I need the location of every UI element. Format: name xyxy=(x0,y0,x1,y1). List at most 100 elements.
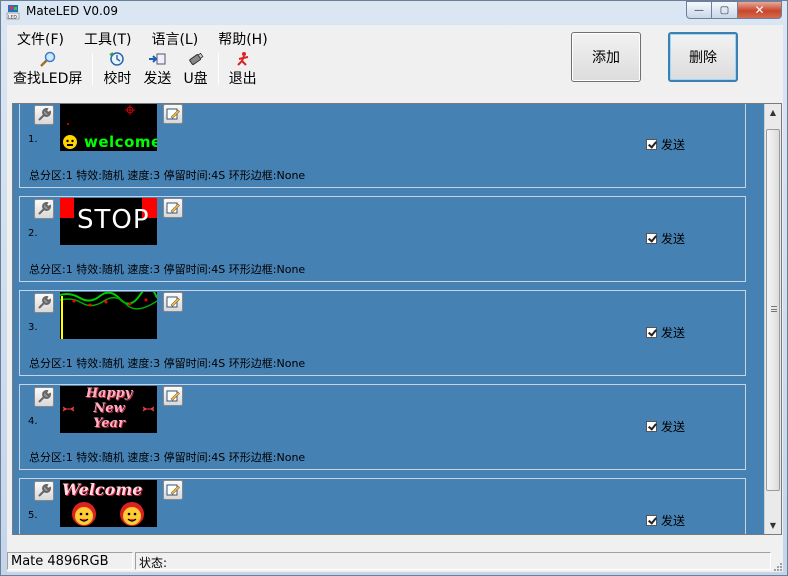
preview-text: Welcome xyxy=(62,480,143,499)
preview-text: STOP xyxy=(77,205,150,235)
window-controls: — ▢ ✕ xyxy=(686,1,782,20)
program-info: 总分区:1 特效:随机 速度:3 停留时间:4S 环形边框:None xyxy=(29,263,306,276)
preview-line: Happy xyxy=(85,386,133,401)
delete-button[interactable]: 删除 xyxy=(668,32,738,82)
checkbox-icon[interactable] xyxy=(646,233,657,244)
program-preview: welcome xyxy=(60,104,157,151)
usb-label: U盘 xyxy=(183,71,208,87)
exit-icon xyxy=(234,51,252,67)
wrench-icon[interactable] xyxy=(34,199,54,219)
program-item-2[interactable]: 2. STOP 总分区:1 特效:随机 速度:3 停留时间:4S 环形边框:No… xyxy=(19,196,746,282)
menu-file[interactable]: 文件(F) xyxy=(7,25,74,49)
program-item-1[interactable]: 1. welcome 总分区:1 特效:随机 速度:3 停留时间:4S 环形边框… xyxy=(19,104,746,188)
send-checkbox[interactable]: 发送 xyxy=(646,324,685,341)
menu-tools[interactable]: 工具(T) xyxy=(74,25,141,49)
send-checkbox-label: 发送 xyxy=(661,232,686,246)
minimize-icon: — xyxy=(694,4,704,16)
program-item-3[interactable]: 3. 总分区:1 特效:随机 速度:3 停留时间:4S 环形边框:None 发送 xyxy=(19,290,746,376)
usb-drive-icon xyxy=(187,51,205,67)
program-list[interactable]: 1. welcome 总分区:1 特效:随机 速度:3 停留时间:4S 环形边框… xyxy=(12,103,782,535)
preview-line: Year xyxy=(93,416,125,431)
grip-icon xyxy=(771,306,777,312)
menu-bar: 文件(F) 工具(T) 语言(L) 帮助(H) xyxy=(7,25,567,49)
app-window: LED MateLED V0.09 — ▢ ✕ 文件(F) 工具(T) 语言(L… xyxy=(0,0,788,576)
sync-time-label: 校时 xyxy=(103,71,132,87)
program-info: 总分区:1 特效:随机 速度:3 停留时间:4S 环形边框:None xyxy=(29,451,306,464)
menu-help[interactable]: 帮助(H) xyxy=(208,25,277,49)
send-checkbox-label: 发送 xyxy=(661,514,686,528)
scroll-up-arrow-icon[interactable]: ▲ xyxy=(765,104,781,121)
send-checkbox-label: 发送 xyxy=(661,420,686,434)
clock-sync-icon xyxy=(108,51,126,67)
status-bar: Mate 4896RGB 状态: xyxy=(7,550,783,572)
exit-button[interactable]: 退出 xyxy=(223,51,263,87)
checkbox-icon[interactable] xyxy=(646,515,657,526)
toolbar: 查找LED屏 校时 发送 U盘 退出 xyxy=(7,51,263,87)
maximize-icon: ▢ xyxy=(719,4,730,16)
usb-button[interactable]: U盘 xyxy=(177,51,213,87)
find-led-button[interactable]: 查找LED屏 xyxy=(7,51,88,87)
send-button[interactable]: 发送 xyxy=(137,51,177,87)
maximize-button[interactable]: ▢ xyxy=(712,1,738,19)
device-model: Mate 4896RGB xyxy=(7,552,133,570)
find-led-label: 查找LED屏 xyxy=(13,71,83,87)
edit-icon[interactable] xyxy=(163,198,183,218)
window-title: MateLED V0.09 xyxy=(26,4,119,18)
scroll-thumb[interactable] xyxy=(766,129,780,491)
vertical-scrollbar[interactable]: ▲ ▼ xyxy=(764,104,781,534)
exit-label: 退出 xyxy=(228,71,257,87)
edit-icon[interactable] xyxy=(163,386,183,406)
magnifier-icon xyxy=(39,51,57,67)
toolbar-separator xyxy=(92,53,94,85)
edit-icon[interactable] xyxy=(163,104,183,124)
send-checkbox[interactable]: 发送 xyxy=(646,136,685,153)
resize-grip-icon[interactable] xyxy=(771,560,783,572)
led-decoration xyxy=(60,292,157,339)
program-item-5[interactable]: 5. Welcome 发送 xyxy=(19,478,746,534)
title-bar[interactable]: LED MateLED V0.09 — ▢ ✕ xyxy=(1,1,787,23)
send-checkbox-label: 发送 xyxy=(661,138,686,152)
app-icon: LED xyxy=(6,5,20,21)
wrench-icon[interactable] xyxy=(34,105,54,125)
program-index: 1. xyxy=(28,134,38,145)
wrench-icon[interactable] xyxy=(34,293,54,313)
client-area: 文件(F) 工具(T) 语言(L) 帮助(H) 查找LED屏 校时 发送 U盘 … xyxy=(7,25,783,572)
send-checkbox[interactable]: 发送 xyxy=(646,230,685,247)
edit-icon[interactable] xyxy=(163,480,183,500)
wrench-icon[interactable] xyxy=(34,387,54,407)
program-preview: STOP xyxy=(60,198,157,245)
program-index: 3. xyxy=(28,322,38,333)
sync-time-button[interactable]: 校时 xyxy=(97,51,137,87)
scroll-down-arrow-icon[interactable]: ▼ xyxy=(765,517,781,534)
preview-line: New xyxy=(93,401,125,416)
minimize-button[interactable]: — xyxy=(686,1,712,19)
program-preview xyxy=(60,292,157,339)
program-item-4[interactable]: 4. Happy New Year 总分区:1 特效:随机 速度:3 停留时间:… xyxy=(19,384,746,470)
svg-text:LED: LED xyxy=(8,15,17,21)
send-checkbox-label: 发送 xyxy=(661,326,686,340)
program-index: 2. xyxy=(28,228,38,239)
edit-icon[interactable] xyxy=(163,292,183,312)
preview-text: welcome xyxy=(84,133,157,151)
program-preview: Welcome xyxy=(60,480,157,527)
send-icon xyxy=(148,51,166,67)
toolbar-separator xyxy=(217,53,219,85)
send-label: 发送 xyxy=(143,71,172,87)
wrench-icon[interactable] xyxy=(34,481,54,501)
checkbox-icon[interactable] xyxy=(646,327,657,338)
menu-language[interactable]: 语言(L) xyxy=(141,25,208,49)
send-checkbox[interactable]: 发送 xyxy=(646,418,685,435)
add-button[interactable]: 添加 xyxy=(571,32,641,82)
program-index: 4. xyxy=(28,416,38,427)
checkbox-icon[interactable] xyxy=(646,139,657,150)
preview-text: Happy New Year xyxy=(76,386,142,431)
program-index: 5. xyxy=(28,510,38,521)
program-preview: Happy New Year xyxy=(60,386,157,433)
send-checkbox[interactable]: 发送 xyxy=(646,512,685,529)
program-info: 总分区:1 特效:随机 速度:3 停留时间:4S 环形边框:None xyxy=(29,357,306,370)
program-info: 总分区:1 特效:随机 速度:3 停留时间:4S 环形边框:None xyxy=(29,169,306,182)
close-icon: ✕ xyxy=(754,3,765,17)
close-button[interactable]: ✕ xyxy=(738,1,782,19)
status-text: 状态: xyxy=(135,552,771,570)
checkbox-icon[interactable] xyxy=(646,421,657,432)
